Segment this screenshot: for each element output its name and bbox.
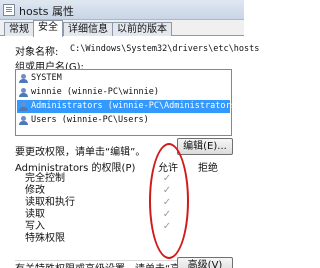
permission-row: 读取和执行 ✓	[15, 197, 232, 209]
permission-name: 读取	[25, 209, 45, 220]
permission-row: 读取 ✓	[15, 209, 232, 221]
title-bar: hosts 属性	[0, 0, 244, 20]
advanced-button[interactable]: 高级(V)	[177, 257, 233, 268]
permission-name: 读取和执行	[25, 197, 75, 208]
groups-listbox[interactable]: SYSTEM winnie (winnie-PC\winnie) Adminis…	[15, 69, 241, 136]
tab-previous-versions[interactable]: 以前的版本	[112, 22, 172, 36]
tab-general[interactable]: 常规	[4, 22, 34, 36]
list-item-label: Users (winnie-PC\Users)	[31, 115, 149, 125]
permission-row: 完全控制 ✓	[15, 173, 232, 185]
security-panel: 对象名称: C:\Windows\System32\drivers\etc\ho…	[0, 36, 259, 268]
permission-row: 写入 ✓	[15, 221, 232, 233]
tab-details[interactable]: 详细信息	[63, 22, 113, 36]
user-group-icon	[19, 116, 28, 125]
permission-row: 特殊权限	[15, 233, 232, 245]
list-item[interactable]: SYSTEM	[17, 72, 230, 85]
object-name-value: C:\Windows\System32\drivers\etc\hosts	[70, 44, 260, 54]
permission-name: 写入	[25, 221, 45, 232]
list-item-selected[interactable]: Administrators (winnie-PC\Administrators…	[17, 100, 241, 113]
permission-name: 特殊权限	[25, 233, 65, 244]
permission-name: 修改	[25, 185, 45, 196]
edit-hint: 要更改权限，请单击“编辑”。	[15, 147, 146, 158]
user-icon	[19, 88, 28, 97]
window-title: hosts 属性	[19, 5, 74, 18]
permission-name: 完全控制	[25, 173, 65, 184]
list-item-label: Administrators (winnie-PC\Administrators…	[31, 101, 241, 111]
permissions-list: 完全控制 ✓ 修改 ✓ 读取和执行 ✓ 读取 ✓ 写入 ✓ 特殊权限	[15, 172, 232, 260]
tab-security[interactable]: 安全	[33, 20, 63, 37]
list-item-label: SYSTEM	[31, 73, 62, 83]
object-name-label: 对象名称:	[15, 47, 59, 58]
edit-button[interactable]: 编辑(E)...	[177, 138, 233, 155]
file-icon	[3, 4, 15, 16]
tab-strip: 常规 安全 详细信息 以前的版本	[0, 20, 244, 37]
list-item[interactable]: Users (winnie-PC\Users)	[17, 114, 230, 127]
user-group-icon	[19, 102, 28, 111]
annotation-oval	[149, 143, 189, 259]
permission-row: 修改 ✓	[15, 185, 232, 197]
list-item-label: winnie (winnie-PC\winnie)	[31, 87, 159, 97]
user-group-icon	[19, 74, 28, 83]
list-item[interactable]: winnie (winnie-PC\winnie)	[17, 86, 230, 99]
